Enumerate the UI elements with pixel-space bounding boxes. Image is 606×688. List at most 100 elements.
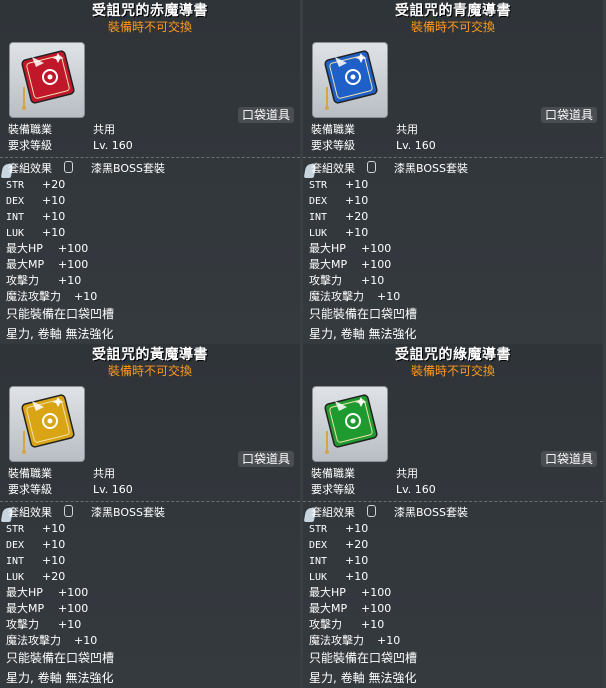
level-label: 要求等級	[8, 483, 52, 496]
stat-value: +100	[361, 602, 392, 615]
stat-row: 魔法攻擊力 +10	[309, 633, 400, 649]
stat-value: +10	[361, 618, 385, 631]
level-row: 要求等級 Lv. 160	[311, 138, 436, 154]
level-label: 要求等級	[8, 139, 52, 152]
stat-row: 攻擊力 +10	[6, 617, 81, 633]
set-effect-value: 漆黑BOSS套裝	[394, 506, 468, 519]
stat-name: 魔法攻擊力	[6, 634, 61, 647]
stat-row: INT +10	[309, 553, 368, 570]
stat-row: 攻擊力 +10	[309, 617, 384, 633]
stat-name: 最大MP	[309, 258, 348, 271]
stat-name: LUK	[6, 572, 25, 583]
stat-name: DEX	[6, 196, 25, 207]
stat-value: +100	[58, 242, 89, 255]
pocket-item-badge: 口袋道具	[237, 451, 294, 467]
job-row: 裝備職業 共用	[311, 466, 418, 482]
job-label: 裝備職業	[311, 123, 355, 136]
stat-row: 攻擊力 +10	[309, 273, 384, 289]
stat-name: STR	[309, 524, 328, 535]
stat-value: +20	[42, 570, 66, 583]
stat-name: INT	[309, 556, 328, 567]
stat-row: 魔法攻擊力 +10	[6, 289, 97, 305]
set-effect-label: 套組效果	[311, 162, 355, 175]
trade-restriction: 裝備時不可交換	[107, 364, 192, 378]
stat-name: LUK	[309, 228, 328, 239]
divider	[0, 157, 300, 159]
stat-row: 魔法攻擊力 +10	[6, 633, 97, 649]
pocket-slot-note: 只能裝備在口袋凹槽	[6, 651, 115, 665]
pocket-item-badge: 口袋道具	[540, 107, 597, 123]
job-value: 共用	[93, 467, 115, 480]
stat-row: STR +10	[6, 521, 65, 538]
job-label: 裝備職業	[8, 123, 52, 136]
item-tooltip-red: 受詛咒的赤魔導書 裝備時不可交換 口袋道具 裝備職業 共用 要求等級 Lv. 160 套組效果…	[0, 0, 300, 344]
item-icon-frame	[9, 42, 85, 118]
stat-row: STR +10	[309, 521, 368, 538]
level-label: 要求等級	[311, 139, 355, 152]
level-value: Lv. 160	[396, 483, 436, 496]
level-value: Lv. 160	[396, 139, 436, 152]
stat-value: +10	[377, 290, 401, 303]
job-label: 裝備職業	[311, 467, 355, 480]
stat-row: STR +20	[6, 177, 65, 194]
pocket-item-badge: 口袋道具	[237, 107, 294, 123]
stat-name: 最大MP	[6, 602, 45, 615]
stat-name: 最大MP	[309, 602, 348, 615]
stat-row: INT +10	[6, 209, 65, 226]
set-effect-label: 套組效果	[8, 506, 52, 519]
stat-row: 最大MP +100	[6, 257, 88, 273]
job-value: 共用	[396, 123, 418, 136]
item-icon-frame	[312, 386, 388, 462]
stat-row: DEX +20	[309, 537, 368, 554]
stat-value: +100	[361, 258, 392, 271]
stat-value: +100	[58, 586, 89, 599]
stat-value: +10	[42, 226, 66, 239]
enhance-note: 星力, 卷軸 無法強化	[309, 671, 417, 685]
job-label: 裝備職業	[8, 467, 52, 480]
item-title: 受詛咒的赤魔導書	[92, 3, 208, 19]
item-icon-frame	[9, 386, 85, 462]
stat-value: +100	[58, 602, 89, 615]
stat-name: STR	[6, 180, 25, 191]
stat-value: +20	[345, 538, 369, 551]
enhance-note: 星力, 卷軸 無法強化	[6, 327, 114, 341]
stat-value: +10	[361, 274, 385, 287]
stat-name: 攻擊力	[309, 274, 342, 287]
stat-value: +10	[345, 178, 369, 191]
stat-value: +10	[345, 522, 369, 535]
stat-name: 最大HP	[6, 586, 43, 599]
stat-name: INT	[309, 212, 328, 223]
stat-row: INT +20	[309, 209, 368, 226]
job-row: 裝備職業 共用	[311, 122, 418, 138]
stat-name: LUK	[309, 572, 328, 583]
stat-row: DEX +10	[6, 193, 65, 210]
set-effect-label: 套組效果	[8, 162, 52, 175]
stat-value: +20	[42, 178, 66, 191]
stat-name: 魔法攻擊力	[309, 634, 364, 647]
stat-value: +100	[361, 242, 392, 255]
item-title: 受詛咒的青魔導書	[395, 3, 511, 19]
trade-restriction: 裝備時不可交換	[410, 20, 495, 34]
stat-name: STR	[6, 524, 25, 535]
stat-name: INT	[6, 556, 25, 567]
stat-row: STR +10	[309, 177, 368, 194]
mouse-icon	[64, 505, 73, 517]
stat-name: 最大HP	[6, 242, 43, 255]
red-grimoire-icon	[21, 50, 75, 110]
stat-name: DEX	[309, 540, 328, 551]
stat-value: +10	[58, 618, 82, 631]
level-value: Lv. 160	[93, 139, 133, 152]
level-row: 要求等級 Lv. 160	[8, 138, 133, 154]
divider	[0, 501, 300, 503]
stat-row: DEX +10	[309, 193, 368, 210]
stat-row: LUK +10	[6, 225, 65, 242]
stat-value: +100	[58, 258, 89, 271]
stat-value: +20	[345, 210, 369, 223]
stat-name: 攻擊力	[309, 618, 342, 631]
stat-value: +10	[345, 570, 369, 583]
stat-value: +10	[377, 634, 401, 647]
stat-name: 魔法攻擊力	[309, 290, 364, 303]
mouse-icon	[367, 505, 376, 517]
pocket-slot-note: 只能裝備在口袋凹槽	[6, 307, 115, 321]
mouse-icon	[64, 161, 73, 173]
